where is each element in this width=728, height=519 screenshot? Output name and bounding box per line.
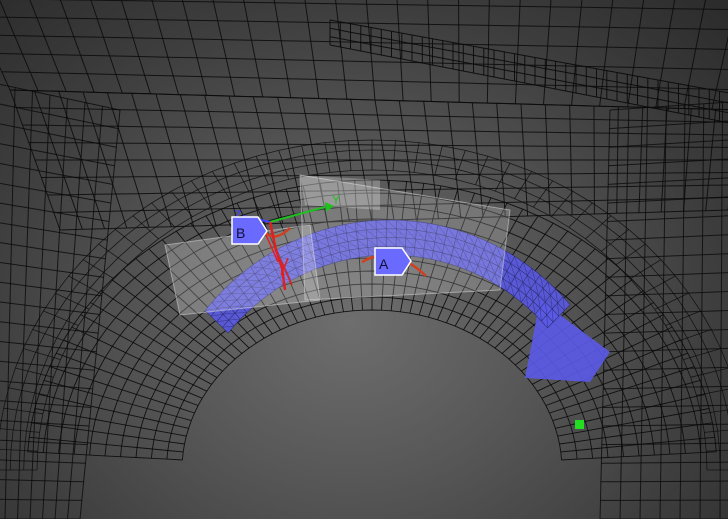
mesh-scene[interactable]: Y Z B A: [0, 0, 728, 519]
tag-a-label: A: [379, 256, 389, 272]
3d-viewport[interactable]: Y Z B A: [0, 0, 728, 519]
handle-square[interactable]: [575, 420, 584, 429]
y-axis-label: Y: [332, 193, 340, 207]
tag-b-label: B: [236, 225, 245, 241]
